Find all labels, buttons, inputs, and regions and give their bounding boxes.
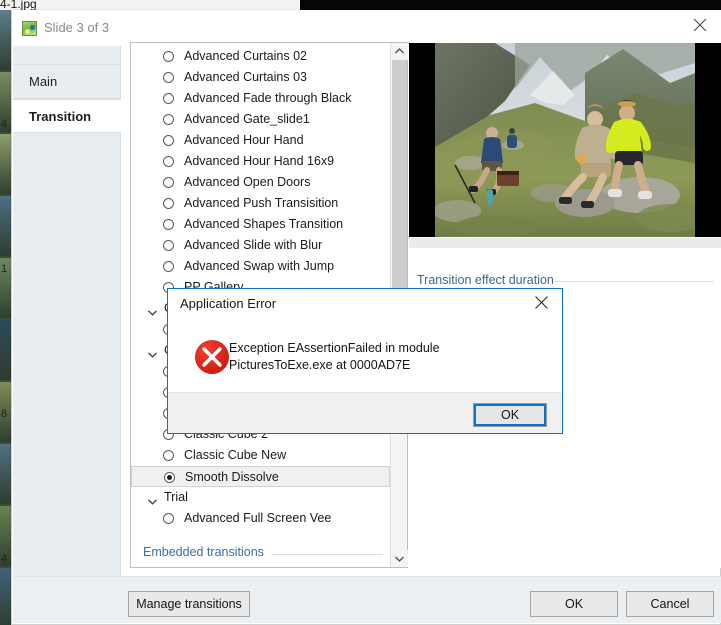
transition-option-label: Advanced Curtains 03	[184, 70, 307, 84]
window-title: Slide 3 of 3	[44, 20, 110, 35]
error-cross-icon	[195, 340, 229, 374]
transition-option[interactable]: Advanced Hour Hand 16x9	[131, 151, 390, 172]
hikers-resting-alpine-valley-photo	[435, 43, 695, 237]
transition-option-selected[interactable]: Smooth Dissolve	[131, 466, 390, 487]
transition-option[interactable]: Advanced Swap with Jump	[131, 256, 390, 277]
transition-option-label: Advanced Shapes Transition	[184, 217, 344, 231]
radio-button-icon[interactable]	[163, 51, 174, 62]
background-slide-numbers: 4184	[0, 10, 11, 625]
transition-option[interactable]: Advanced Curtains 02	[131, 46, 390, 67]
radio-button-icon[interactable]	[163, 135, 174, 146]
ok-button[interactable]: OK	[530, 591, 618, 617]
chevron-down-icon	[148, 347, 157, 361]
transition-option-label: Advanced Open Doors	[184, 175, 311, 189]
error-dialog-footer: OK	[168, 392, 562, 433]
transition-option-label: Smooth Dissolve	[185, 470, 279, 484]
scrollbar-thumb[interactable]	[392, 60, 407, 305]
tab-main-label: Main	[29, 74, 58, 89]
radio-button-icon[interactable]	[163, 240, 174, 251]
radio-button-icon[interactable]	[163, 156, 174, 167]
chevron-down-icon	[148, 305, 157, 319]
error-ok-button[interactable]: OK	[473, 403, 547, 427]
radio-button-icon[interactable]	[163, 450, 174, 461]
cancel-button[interactable]: Cancel	[626, 591, 714, 617]
slide-image-icon	[22, 21, 37, 36]
chevron-up-icon[interactable]	[391, 43, 408, 60]
radio-button-icon[interactable]	[163, 114, 174, 125]
error-dialog-message: Exception EAssertionFailed in module Pic…	[229, 341, 440, 372]
embedded-transitions-row: Embedded transitions	[131, 543, 390, 565]
transition-option-label: Advanced Gate_slide1	[184, 112, 310, 126]
chevron-down-icon	[148, 494, 157, 508]
radio-button-icon[interactable]	[163, 177, 174, 188]
radio-button-icon[interactable]	[163, 198, 174, 209]
transition-option-label: Advanced Push Transisition	[184, 196, 339, 210]
radio-button-icon[interactable]	[163, 513, 174, 524]
transition-option-label: Advanced Hour Hand 16x9	[184, 154, 335, 168]
embedded-transitions-link[interactable]: Embedded transitions	[143, 545, 264, 559]
tab-transition[interactable]: Transition	[13, 99, 121, 133]
window-titlebar: Slide 3 of 3	[12, 10, 721, 46]
tab-rail: Main Transition	[13, 46, 121, 576]
radio-button-icon[interactable]	[164, 472, 175, 483]
transition-option[interactable]: Advanced Full Screen Vee	[131, 508, 390, 529]
transition-option-label: Advanced Swap with Jump	[184, 259, 335, 273]
application-error-dialog: Application Error Exception EAssertionFa…	[167, 288, 563, 434]
slide-preview-frame	[409, 43, 721, 237]
tab-transition-label: Transition	[29, 109, 92, 124]
transition-duration-label: Transition effect duration	[417, 273, 554, 287]
transition-option[interactable]: Advanced Hour Hand	[131, 130, 390, 151]
transition-option[interactable]: Advanced Shapes Transition	[131, 214, 390, 235]
transition-group-header[interactable]: Trial	[131, 487, 390, 508]
radio-button-icon[interactable]	[163, 93, 174, 104]
transition-option[interactable]: Classic Cube New	[131, 445, 390, 466]
close-icon[interactable]	[522, 289, 562, 315]
transition-duration-divider	[554, 281, 714, 282]
transition-option-label: Advanced Slide with Blur	[184, 238, 323, 252]
transition-option[interactable]: Advanced Gate_slide1	[131, 109, 390, 130]
transition-option-label: Advanced Curtains 02	[184, 49, 307, 63]
transition-group-label: Trial	[164, 490, 188, 504]
preview-toolbar-strip	[409, 238, 721, 248]
dialog-footer: Manage transitions OK Cancel	[13, 576, 721, 623]
radio-button-icon[interactable]	[163, 261, 174, 272]
tab-main[interactable]: Main	[13, 65, 121, 99]
error-dialog-title: Application Error	[180, 296, 277, 311]
chevron-down-icon[interactable]	[391, 550, 408, 567]
transition-option[interactable]: Advanced Curtains 03	[131, 67, 390, 88]
transition-option-label: Advanced Fade through Black	[184, 91, 352, 105]
close-icon[interactable]	[678, 10, 721, 40]
transition-option-label: Advanced Full Screen Vee	[184, 511, 332, 525]
transition-option[interactable]: Advanced Open Doors	[131, 172, 390, 193]
radio-button-icon[interactable]	[163, 72, 174, 83]
transition-option[interactable]: Advanced Push Transisition	[131, 193, 390, 214]
radio-button-icon[interactable]	[163, 219, 174, 230]
transition-option-label: Classic Cube New	[184, 448, 287, 462]
embedded-transitions-divider	[271, 554, 383, 555]
transition-option[interactable]: Advanced Slide with Blur	[131, 235, 390, 256]
manage-transitions-button[interactable]: Manage transitions	[128, 591, 250, 617]
transition-option[interactable]: Advanced Fade through Black	[131, 88, 390, 109]
transition-option-label: Advanced Hour Hand	[184, 133, 304, 147]
